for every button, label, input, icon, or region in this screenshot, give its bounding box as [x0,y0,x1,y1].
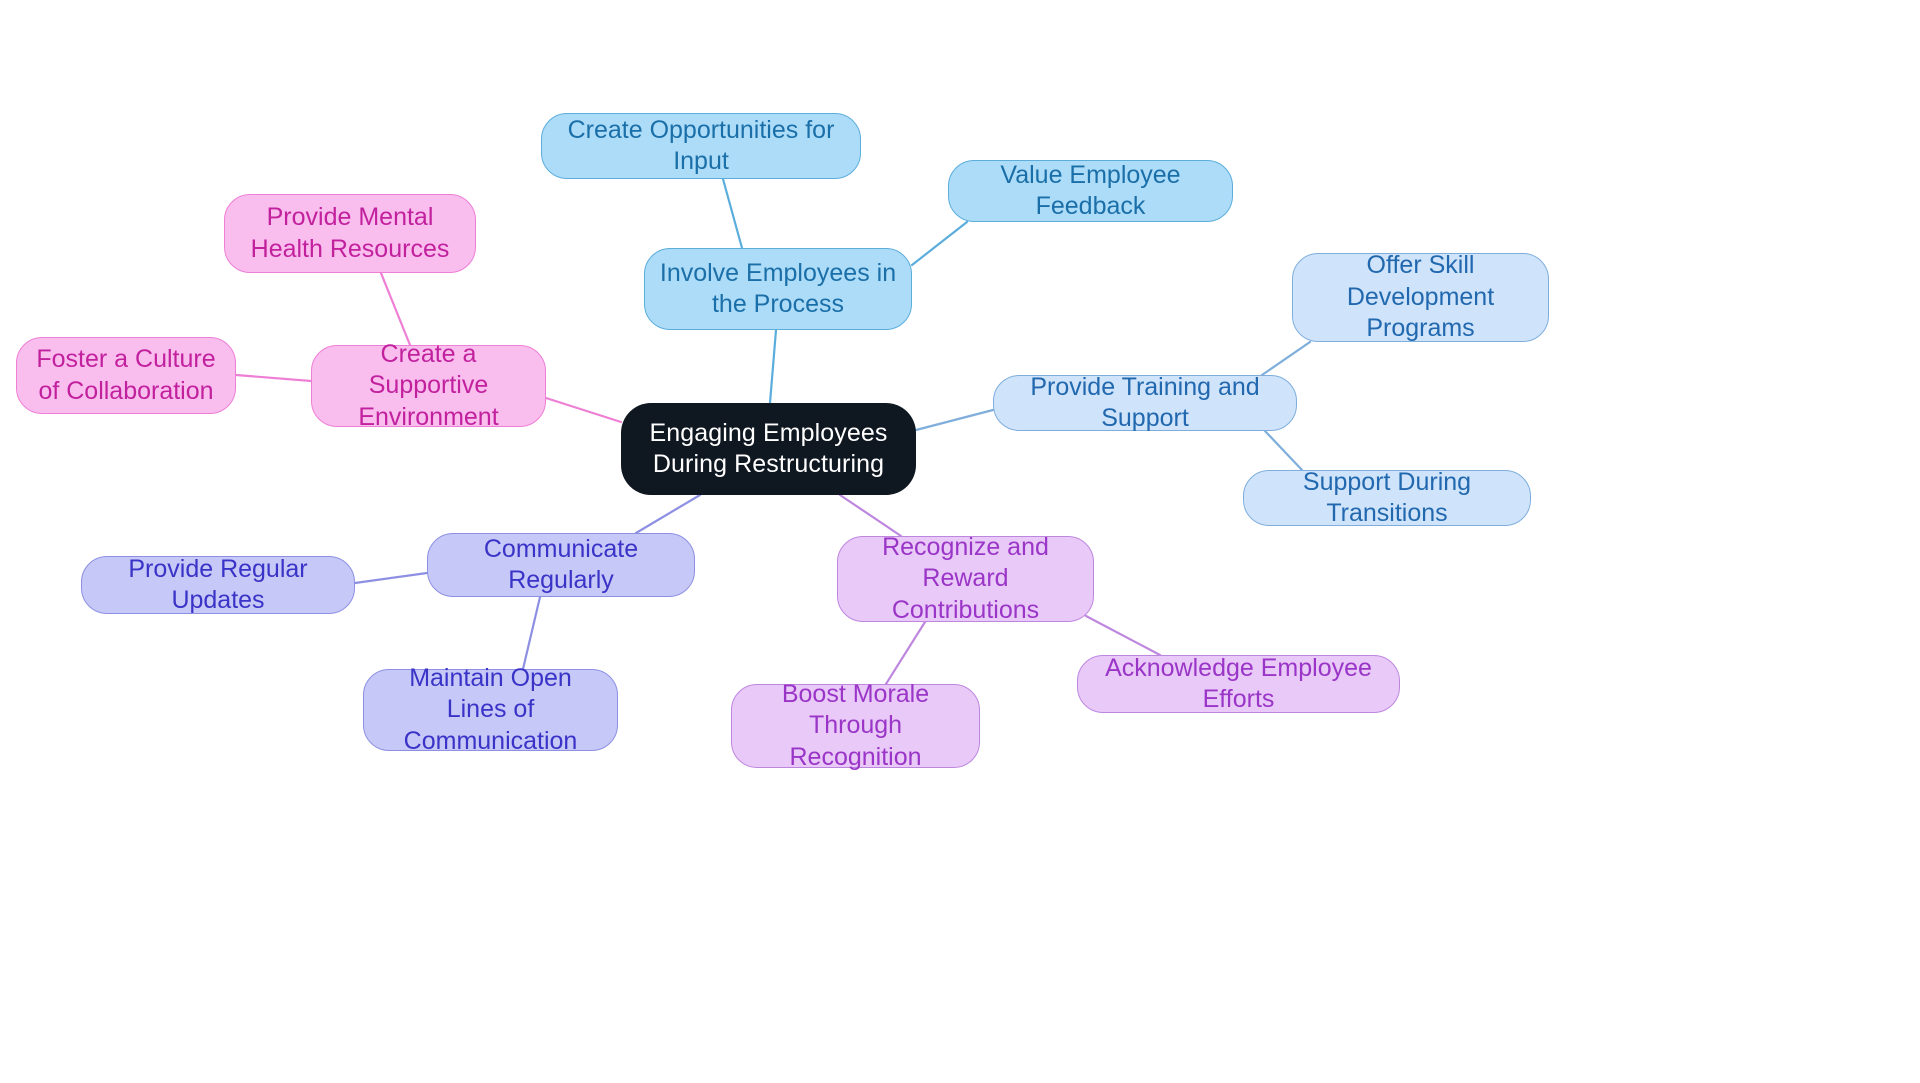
mindmap-node-communicate-regularly[interactable]: Communicate Regularly [427,533,695,597]
mindmap-edge-create-supportive-to-foster-culture [234,373,313,383]
mindmap-node-create-supportive[interactable]: Create a Supportive Environment [311,340,546,431]
mindmap-edge-root-to-create-supportive [544,396,623,424]
mindmap-node-label: Maintain Open Lines of Communication [403,663,578,755]
mindmap-edge-root-to-provide-training [914,408,995,432]
mindmap-node-label: Boost Morale Through Recognition [781,679,930,771]
mindmap-node-label: Recognize and Reward Contributions [882,532,1049,624]
mindmap-node-label: Involve Employees in the Process [659,258,897,319]
mindmap-node-label: Value Employee Feedback [1000,160,1181,221]
mindmap-node-create-opportunities[interactable]: Create Opportunities for Input [541,113,861,179]
mindmap-node-provide-training[interactable]: Provide Training and Support [993,373,1297,432]
mindmap-edge-communicate-regularly-to-maintain-open-lines [521,595,542,671]
mindmap-node-offer-skill-development[interactable]: Offer Skill Development Programs [1292,251,1549,343]
mindmap-node-involve-employees[interactable]: Involve Employees in the Process [644,248,912,330]
mindmap-node-label: Engaging Employees During Restructuring [649,418,888,479]
mindmap-edge-create-supportive-to-provide-mental-health [379,271,412,347]
mindmap-canvas: Engaging Employees During Restructuring I… [0,0,1920,1083]
mindmap-node-provide-mental-health[interactable]: Provide Mental Health Resources [224,194,476,273]
mindmap-edge-involve-employees-to-create-opportunities [721,177,744,250]
mindmap-node-boost-morale[interactable]: Boost Morale Through Recognition [731,680,980,771]
mindmap-node-provide-regular-updates[interactable]: Provide Regular Updates [81,554,355,615]
mindmap-edge-root-to-recognize-reward [838,493,903,538]
mindmap-edge-provide-training-to-support-during-transitions [1263,429,1304,472]
mindmap-node-label: Support During Transitions [1302,467,1472,528]
mindmap-edge-involve-employees-to-value-employee-feedback [910,220,969,267]
mindmap-node-support-during-transitions[interactable]: Support During Transitions [1243,468,1531,527]
mindmap-node-label: Provide Training and Support [1030,372,1260,433]
mindmap-node-label: Acknowledge Employee Efforts [1105,653,1372,714]
mindmap-edge-root-to-involve-employees [768,328,778,405]
mindmap-node-foster-culture[interactable]: Foster a Culture of Collaboration [16,337,236,414]
mindmap-node-label: Create Opportunities for Input [567,115,835,176]
mindmap-node-label: Provide Mental Health Resources [250,203,450,263]
mindmap-edge-communicate-regularly-to-provide-regular-updates [353,571,429,585]
mindmap-node-label: Foster a Culture of Collaboration [36,345,216,405]
mindmap-node-maintain-open-lines[interactable]: Maintain Open Lines of Communication [363,664,618,755]
mindmap-node-label: Communicate Regularly [483,534,639,595]
mindmap-edge-recognize-reward-to-acknowledge-efforts [1084,614,1162,657]
mindmap-node-value-employee-feedback[interactable]: Value Employee Feedback [948,160,1233,222]
mindmap-node-recognize-reward[interactable]: Recognize and Reward Contributions [837,533,1094,624]
mindmap-node-root[interactable]: Engaging Employees During Restructuring [621,403,916,495]
mindmap-edge-provide-training-to-offer-skill-development [1260,340,1312,377]
mindmap-node-label: Provide Regular Updates [128,554,308,615]
mindmap-node-acknowledge-efforts[interactable]: Acknowledge Employee Efforts [1077,653,1400,714]
mindmap-node-label: Offer Skill Development Programs [1346,251,1495,343]
mindmap-node-label: Create a Supportive Environment [358,339,499,431]
mindmap-edge-root-to-communicate-regularly [634,493,702,535]
mindmap-edge-recognize-reward-to-boost-morale [884,620,927,686]
